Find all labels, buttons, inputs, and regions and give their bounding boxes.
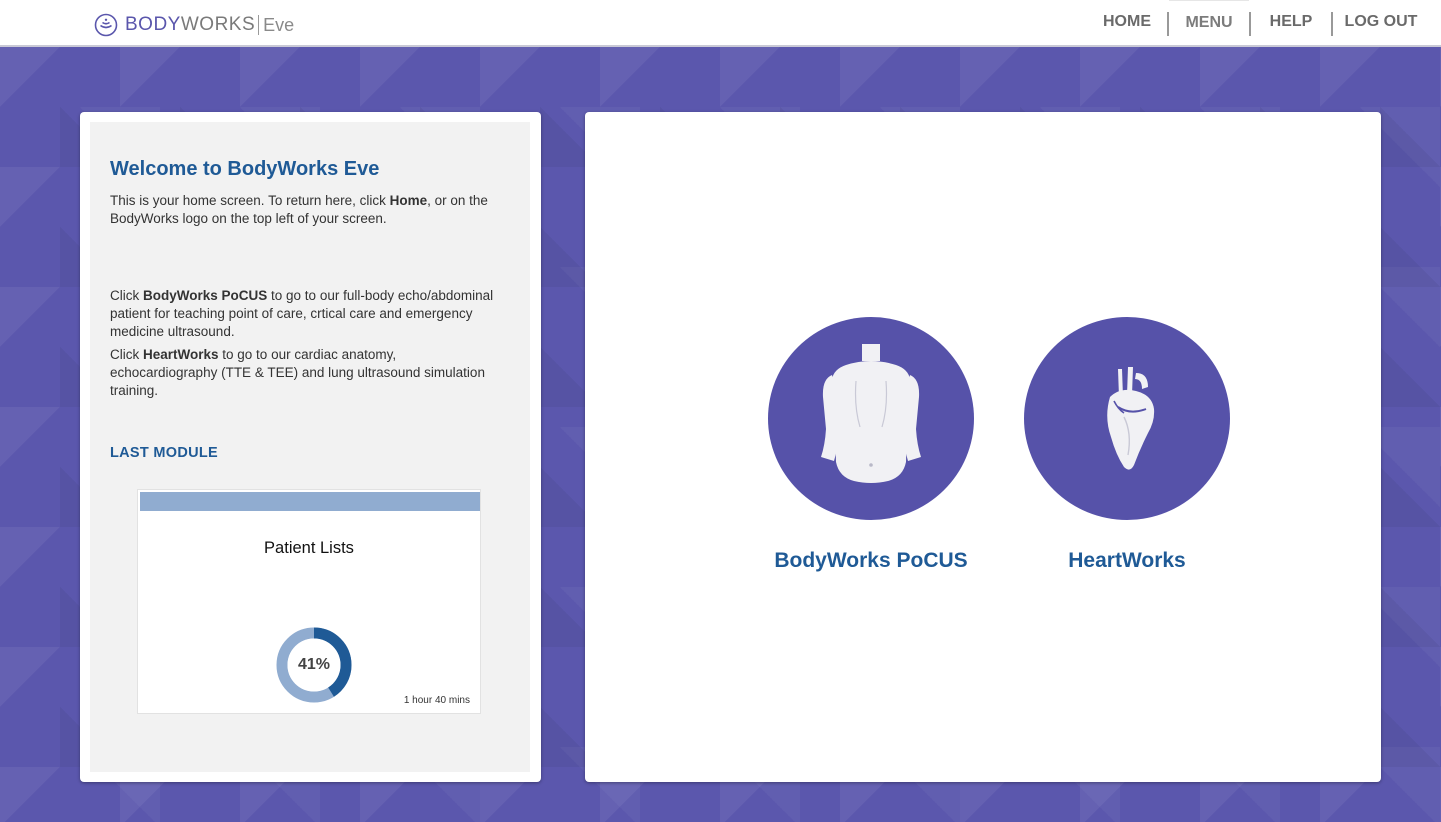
module-time-spent: 1 hour 40 mins <box>403 695 470 706</box>
module-title: Patient Lists <box>264 539 354 557</box>
module-card-header-bar <box>140 492 480 511</box>
logo-wordmark: BODYWORKS <box>125 14 256 35</box>
welcome-panel-inner: Welcome to BodyWorks Eve This is your ho… <box>90 122 530 772</box>
product-label[interactable]: BodyWorks PoCUS <box>741 549 1001 573</box>
nav-menu[interactable]: MENU <box>1169 0 1249 46</box>
logo-separator <box>258 15 260 35</box>
nav-logout[interactable]: LOG OUT <box>1333 0 1441 46</box>
main-nav: HOME MENU HELP LOG OUT <box>995 0 1441 47</box>
welcome-panel: Welcome to BodyWorks Eve This is your ho… <box>80 112 541 782</box>
nav-home[interactable]: HOME <box>995 0 1167 46</box>
welcome-intro-text: This is your home screen. To return here… <box>110 193 488 226</box>
bodyworks-logo[interactable]: BODYWORKS Eve <box>94 12 294 38</box>
logo-product-name: Eve <box>263 14 295 35</box>
bodyworks-logo-icon <box>94 13 118 37</box>
top-navigation-bar: BODYWORKS Eve HOME MENU HELP LOG OUT <box>0 0 1441 47</box>
nav-help[interactable]: HELP <box>1251 0 1331 46</box>
heartworks-description-text: Click HeartWorks to go to our cardiac an… <box>110 347 485 398</box>
heart-icon[interactable] <box>1024 317 1230 520</box>
welcome-title: Welcome to BodyWorks Eve <box>110 158 380 180</box>
product-label[interactable]: HeartWorks <box>997 549 1257 573</box>
pocus-description-text: Click BodyWorks PoCUS to go to our full-… <box>110 288 494 339</box>
last-module-card[interactable]: Patient Lists 41% 1 hour 40 mins <box>137 489 481 714</box>
progress-percent: 41% <box>297 656 331 673</box>
products-panel: BodyWorks PoCUS HeartWorks <box>585 112 1381 782</box>
last-module-heading: LAST MODULE <box>110 445 219 461</box>
torso-icon[interactable] <box>768 317 974 520</box>
